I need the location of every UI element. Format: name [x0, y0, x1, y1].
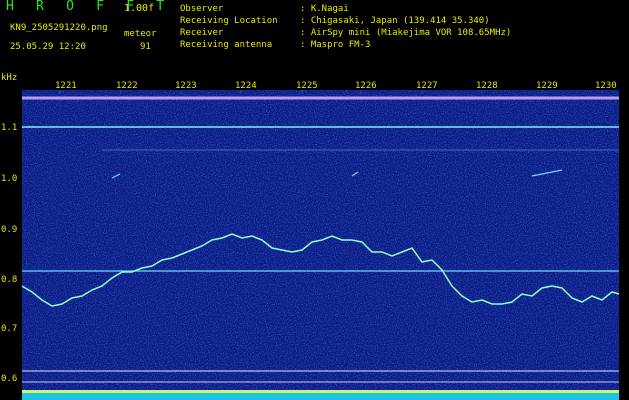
spectrogram-area — [0, 72, 629, 400]
info-key-observer: Observer — [180, 4, 224, 14]
datetime: 25.05.29 12:20 — [10, 42, 86, 52]
spectrogram-svg — [22, 90, 619, 400]
info-value-observer: : K.Nagai — [300, 4, 349, 14]
spectrogram-noise — [22, 90, 619, 400]
bottom-band-top — [22, 390, 619, 393]
info-value-receiver: : AirSpy mini (Miakejima VOR 108.65MHz) — [300, 28, 512, 38]
info-key-location: Receiving Location — [180, 16, 278, 26]
info-value-location: : Chigasaki, Japan (139.414 35.340) — [300, 16, 490, 26]
header-panel: H R O F F T 1.00f KN9_2505291220.png met… — [0, 0, 629, 72]
meteor-count: 91 — [140, 42, 151, 52]
info-value-antenna: : Maspro FM-3 — [300, 40, 371, 50]
meteor-label: meteor — [124, 29, 157, 39]
info-key-antenna: Receiving antenna — [180, 40, 273, 50]
app-version: 1.00f — [124, 3, 155, 14]
file-name: KN9_2505291220.png — [10, 23, 108, 33]
info-key-receiver: Receiver — [180, 28, 224, 38]
spectrogram-plot — [22, 90, 619, 400]
